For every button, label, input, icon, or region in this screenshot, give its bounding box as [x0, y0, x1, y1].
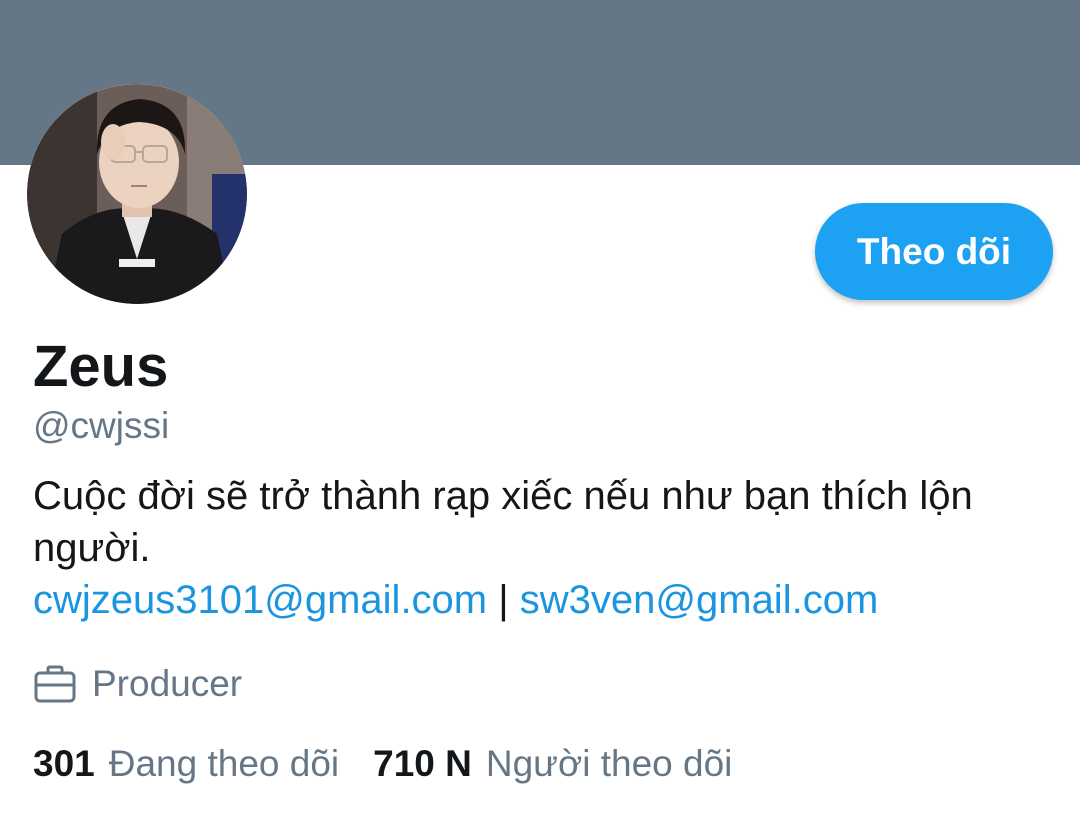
link-separator: | [498, 578, 509, 622]
email-link-2[interactable]: sw3ven@gmail.com [520, 578, 879, 622]
avatar[interactable] [27, 84, 247, 304]
following-stat[interactable]: 301 Đang theo dõi [33, 740, 339, 788]
occupation-row: Producer [33, 660, 242, 708]
profile-bio: Cuộc đời sẽ trở thành rạp xiếc nếu như b… [33, 474, 973, 570]
occupation-label: Producer [92, 663, 243, 704]
following-label: Đang theo dõi [108, 743, 340, 784]
follow-button[interactable]: Theo dõi [815, 203, 1053, 300]
avatar-photo [27, 84, 247, 304]
followers-stat[interactable]: 710 N Người theo dõi [373, 740, 732, 788]
follow-stats: 301 Đang theo dõi 710 N Người theo dõi [33, 740, 766, 788]
briefcase-icon [33, 664, 77, 704]
bio-links: cwjzeus3101@gmail.com | sw3ven@gmail.com [33, 574, 878, 626]
email-link-1[interactable]: cwjzeus3101@gmail.com [33, 578, 487, 622]
followers-label: Người theo dõi [485, 743, 733, 784]
followers-count: 710 N [373, 743, 472, 784]
display-name: Zeus [33, 334, 169, 399]
following-count: 301 [33, 743, 95, 784]
profile-page: Theo dõi Zeus @cwjssi Cuộc đời sẽ trở th… [0, 0, 1080, 835]
user-handle: @cwjssi [33, 405, 170, 446]
